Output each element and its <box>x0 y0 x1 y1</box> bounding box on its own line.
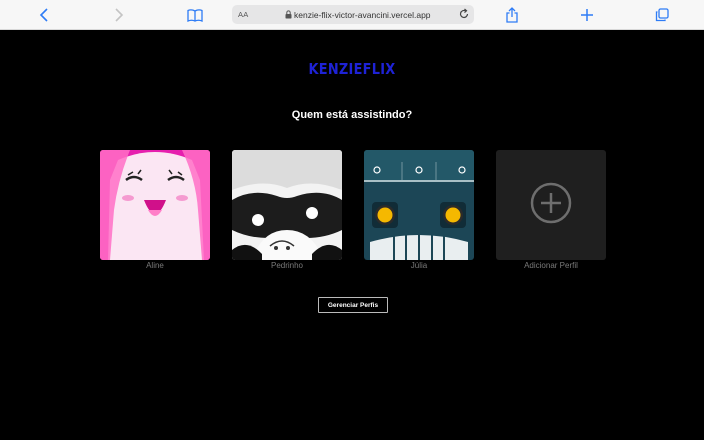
add-profile-button[interactable] <box>496 150 606 260</box>
tabs-overview-icon[interactable] <box>653 6 671 24</box>
add-profile-label: Adicionar Perfil <box>524 261 578 270</box>
new-tab-icon[interactable] <box>578 6 596 24</box>
page-title: Quem está assistindo? <box>291 109 413 121</box>
profile-name: Pedrinho <box>270 261 304 270</box>
add-profile[interactable]: Adicionar Perfil <box>496 150 606 270</box>
avatar[interactable] <box>100 150 210 260</box>
reload-icon[interactable] <box>458 8 470 22</box>
forward-icon[interactable] <box>110 6 128 24</box>
back-icon[interactable] <box>35 6 53 24</box>
manage-profiles-button[interactable]: Gerenciar Perfis <box>318 297 388 313</box>
profile-aline[interactable]: Aline <box>100 150 210 270</box>
bookmarks-icon[interactable] <box>186 6 204 24</box>
url-text: kenzie-flix-victor-avancini.vercel.app <box>294 9 431 20</box>
profile-julia[interactable]: Júlia <box>364 150 474 270</box>
browser-toolbar: AA kenzie-flix-victor-avancini.vercel.ap… <box>0 0 704 30</box>
avatar[interactable] <box>364 150 474 260</box>
address-bar[interactable]: AA kenzie-flix-victor-avancini.vercel.ap… <box>232 5 474 24</box>
plus-circle-icon <box>530 182 572 229</box>
lock-icon <box>285 10 292 21</box>
kenzieflix-logo[interactable]: KENZIEFLIX <box>49 60 654 78</box>
profile-name: Aline <box>146 261 164 270</box>
profile-name: Júlia <box>410 261 428 270</box>
reader-settings-button[interactable]: AA <box>238 10 248 19</box>
profile-pedrinho[interactable]: Pedrinho <box>232 150 342 270</box>
avatar[interactable] <box>232 150 342 260</box>
share-icon[interactable] <box>503 6 521 24</box>
